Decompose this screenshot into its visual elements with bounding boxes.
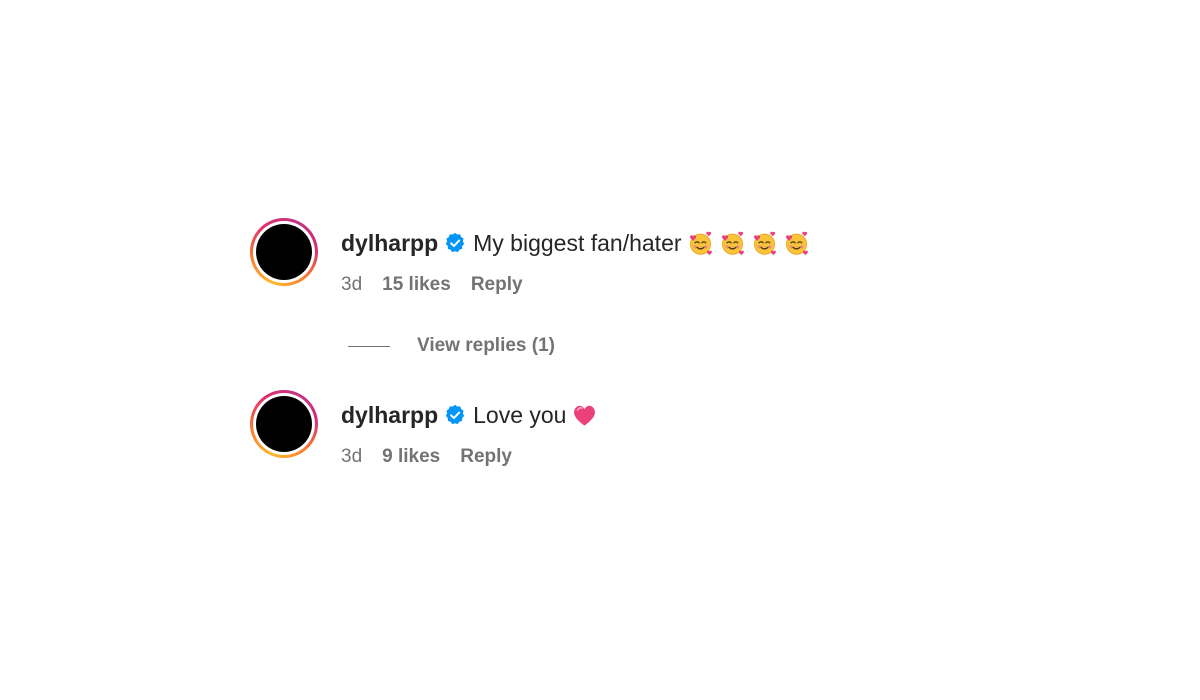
verified-badge-icon [444, 404, 466, 426]
pink-heart-icon [571, 402, 598, 429]
smiling-face-with-hearts-icon [687, 230, 714, 257]
likes-count[interactable]: 15 likes [382, 274, 451, 296]
avatar[interactable] [256, 224, 312, 280]
comment-meta: 3d 9 likes Reply [341, 445, 512, 469]
smiling-face-with-hearts-icon [751, 230, 778, 257]
view-replies-label: View replies (1) [417, 335, 555, 356]
smiling-face-with-hearts-icon [719, 230, 746, 257]
view-replies-button[interactable]: View replies (1) [348, 333, 555, 359]
reply-button[interactable]: Reply [460, 446, 512, 468]
comment-timestamp[interactable]: 3d [341, 274, 362, 296]
username[interactable]: dylharpp [341, 402, 438, 429]
replies-divider-line [348, 345, 390, 347]
comment-body: dylharpp Love you [341, 400, 598, 430]
comment-text: Love you [473, 401, 567, 428]
comment-meta: 3d 15 likes Reply [341, 273, 523, 297]
comment-text: My biggest fan/hater [473, 229, 682, 256]
verified-badge-icon [444, 232, 466, 254]
comment-timestamp[interactable]: 3d [341, 446, 362, 468]
username[interactable]: dylharpp [341, 230, 438, 257]
reply-button[interactable]: Reply [471, 274, 523, 296]
avatar-story-ring[interactable] [250, 218, 318, 286]
comment-item: dylharpp My biggest fan/hater 3d 15 like… [250, 218, 950, 298]
avatar-story-ring[interactable] [250, 390, 318, 458]
comment-item: dylharpp Love you 3d 9 likes Reply [250, 390, 950, 470]
smiling-face-with-hearts-icon [783, 230, 810, 257]
avatar[interactable] [256, 396, 312, 452]
comment-body: dylharpp My biggest fan/hater [341, 228, 810, 258]
likes-count[interactable]: 9 likes [382, 446, 440, 468]
